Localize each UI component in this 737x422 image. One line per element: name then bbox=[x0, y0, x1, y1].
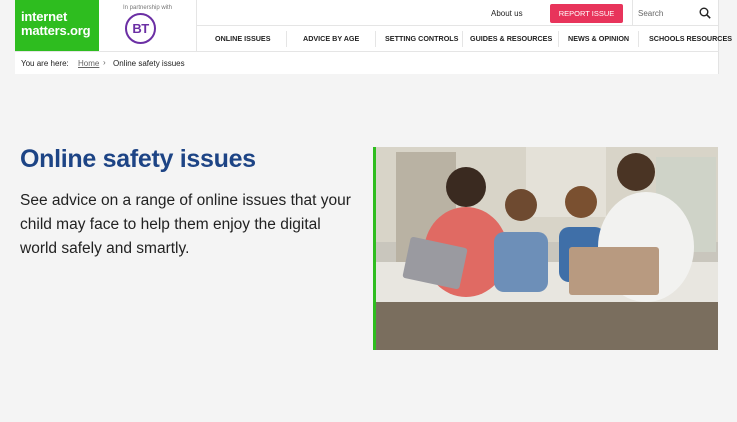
bt-logo: BT bbox=[125, 13, 156, 44]
nav-divider bbox=[558, 31, 559, 47]
nav-news-opinion[interactable]: NEWS & OPINION bbox=[568, 34, 629, 43]
breadcrumb: You are here: Home › Online safety issue… bbox=[15, 51, 719, 74]
search-box bbox=[632, 0, 719, 26]
breadcrumb-home-link[interactable]: Home bbox=[78, 59, 99, 68]
breadcrumb-separator: › bbox=[103, 58, 106, 67]
utility-bar: About us REPORT ISSUE bbox=[197, 0, 718, 26]
nav-guides-resources[interactable]: GUIDES & RESOURCES bbox=[470, 34, 552, 43]
search-input[interactable] bbox=[638, 6, 696, 20]
logo-line-2: matters.org bbox=[21, 23, 91, 38]
nav-schools-resources[interactable]: SCHOOLS RESOURCES bbox=[649, 34, 732, 43]
breadcrumb-prefix: You are here: bbox=[21, 59, 69, 68]
partner-block[interactable]: In partnership with BT bbox=[99, 0, 197, 51]
search-icon[interactable] bbox=[699, 7, 711, 19]
nav-divider bbox=[462, 31, 463, 47]
nav-divider bbox=[286, 31, 287, 47]
site-header: internet matters.org In partnership with… bbox=[15, 0, 732, 74]
breadcrumb-current: Online safety issues bbox=[113, 59, 185, 68]
nav-divider bbox=[638, 31, 639, 47]
nav-online-issues[interactable]: ONLINE ISSUES bbox=[215, 34, 271, 43]
nav-divider bbox=[375, 31, 376, 47]
logo-line-1: internet bbox=[21, 9, 68, 24]
site-logo[interactable]: internet matters.org bbox=[15, 0, 99, 51]
page-intro: See advice on a range of online issues t… bbox=[20, 192, 351, 257]
page-title: Online safety issues bbox=[20, 145, 256, 173]
main-nav: ONLINE ISSUES ADVICE BY AGE SETTING CONT… bbox=[197, 27, 732, 51]
nav-setting-controls[interactable]: SETTING CONTROLS bbox=[385, 34, 458, 43]
about-us-link[interactable]: About us bbox=[491, 9, 523, 18]
hero-image bbox=[373, 147, 718, 350]
report-issue-button[interactable]: REPORT ISSUE bbox=[550, 4, 623, 23]
nav-advice-by-age[interactable]: ADVICE BY AGE bbox=[303, 34, 359, 43]
family-photo-illustration bbox=[376, 147, 718, 350]
partner-text: In partnership with bbox=[122, 5, 173, 11]
